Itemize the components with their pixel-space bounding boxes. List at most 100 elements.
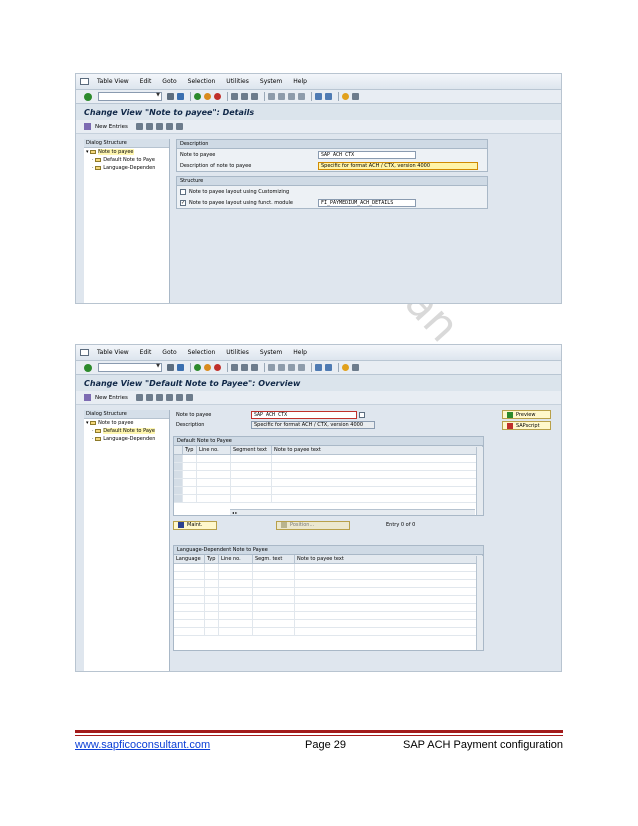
menu-goto[interactable]: Goto xyxy=(162,349,176,356)
function-module-checkbox[interactable]: ✓ xyxy=(180,199,186,206)
delete-icon[interactable] xyxy=(145,394,153,401)
prev-entry-icon[interactable] xyxy=(165,123,173,130)
help-icon[interactable] xyxy=(342,93,349,100)
f4-help-icon[interactable] xyxy=(359,412,365,418)
new-session-icon[interactable] xyxy=(315,93,322,100)
find-icon[interactable] xyxy=(241,364,248,371)
col-typ[interactable]: Typ xyxy=(205,554,219,564)
delete-icon[interactable] xyxy=(145,123,153,130)
col-segment-text[interactable]: Segment text xyxy=(231,445,272,455)
copy-as-icon[interactable] xyxy=(135,394,143,401)
menu-table-view[interactable]: Table View xyxy=(97,78,129,85)
tree-node-default-note[interactable]: · Default Note to Paye xyxy=(84,156,169,164)
menu-help[interactable]: Help xyxy=(293,349,307,356)
next-entry-icon[interactable] xyxy=(175,123,183,130)
cancel-icon[interactable] xyxy=(214,93,221,100)
last-page-icon[interactable] xyxy=(298,364,305,371)
table-row[interactable] xyxy=(174,628,483,636)
undo-icon[interactable] xyxy=(155,394,163,401)
back-nav-icon[interactable] xyxy=(167,93,174,100)
tree-node-language-dependent[interactable]: · Language-Dependen xyxy=(84,435,169,443)
exit-icon[interactable] xyxy=(204,93,211,100)
note-to-payee-field[interactable]: SAP ACH CTX xyxy=(251,411,357,419)
table-row[interactable] xyxy=(174,620,483,628)
shortcut-icon[interactable] xyxy=(325,364,332,371)
deselect-all-icon[interactable] xyxy=(185,394,193,401)
menu-utilities[interactable]: Utilities xyxy=(226,78,249,85)
col-note-to-payee-text[interactable]: Note to payee text xyxy=(295,554,483,564)
enter-icon[interactable] xyxy=(84,92,92,101)
function-module-field[interactable]: FI_PAYMEDIUM_ACH_DETAILS xyxy=(318,198,416,207)
table-row[interactable] xyxy=(174,612,483,620)
vertical-scrollbar[interactable] xyxy=(476,556,483,650)
table-row[interactable] xyxy=(174,455,483,463)
table-row[interactable] xyxy=(174,580,483,588)
save-icon[interactable] xyxy=(177,93,184,100)
layout-icon[interactable] xyxy=(352,93,359,100)
preview-button[interactable]: Preview xyxy=(502,410,551,419)
menu-exit-icon[interactable] xyxy=(80,78,89,85)
last-page-icon[interactable] xyxy=(298,93,305,100)
col-line-no[interactable]: Line no. xyxy=(197,445,231,455)
table-row[interactable] xyxy=(174,588,483,596)
prev-page-icon[interactable] xyxy=(278,364,285,371)
next-page-icon[interactable] xyxy=(288,93,295,100)
position-button[interactable]: Position... xyxy=(276,520,350,530)
customizing-checkbox[interactable] xyxy=(180,188,186,195)
maint-button[interactable]: Maint. xyxy=(173,520,217,530)
help-icon[interactable] xyxy=(342,364,349,371)
menu-goto[interactable]: Goto xyxy=(162,78,176,85)
next-page-icon[interactable] xyxy=(288,364,295,371)
col-line-no[interactable]: Line no. xyxy=(219,554,253,564)
back-icon[interactable] xyxy=(194,93,201,100)
new-entries-button[interactable]: New Entries xyxy=(95,124,128,130)
tree-node-note-to-payee[interactable]: ▾ Note to payee xyxy=(84,148,169,156)
menu-help[interactable]: Help xyxy=(293,78,307,85)
table-row[interactable] xyxy=(174,463,483,471)
shortcut-icon[interactable] xyxy=(325,93,332,100)
sapscript-button[interactable]: SAPscript xyxy=(502,421,551,430)
menu-system[interactable]: System xyxy=(260,78,282,85)
table-row[interactable] xyxy=(174,564,483,572)
tree-node-default-note[interactable]: · Default Note to Paye xyxy=(84,427,169,435)
save-icon[interactable] xyxy=(177,364,184,371)
menu-edit[interactable]: Edit xyxy=(140,78,152,85)
first-page-icon[interactable] xyxy=(268,93,275,100)
table-row[interactable] xyxy=(174,604,483,612)
table-row[interactable] xyxy=(174,596,483,604)
description-field[interactable]: Specific for format ACH / CTX, version 4… xyxy=(251,421,375,429)
find-next-icon[interactable] xyxy=(251,93,258,100)
back-icon[interactable] xyxy=(194,364,201,371)
col-note-to-payee-text[interactable]: Note to payee text xyxy=(272,445,483,455)
note-to-payee-field[interactable]: SAP ACH CTX xyxy=(318,150,416,159)
col-language[interactable]: Language xyxy=(174,554,205,564)
menu-system[interactable]: System xyxy=(260,349,282,356)
menu-selection[interactable]: Selection xyxy=(188,78,216,85)
command-field[interactable] xyxy=(98,92,162,101)
menu-utilities[interactable]: Utilities xyxy=(226,349,249,356)
menu-table-view[interactable]: Table View xyxy=(97,349,129,356)
find-icon[interactable] xyxy=(241,93,248,100)
menu-selection[interactable]: Selection xyxy=(188,349,216,356)
menu-exit-icon[interactable] xyxy=(80,349,89,356)
table-row[interactable] xyxy=(174,487,483,495)
cancel-icon[interactable] xyxy=(214,364,221,371)
command-field[interactable] xyxy=(98,363,162,372)
table-row[interactable] xyxy=(174,572,483,580)
layout-icon[interactable] xyxy=(352,364,359,371)
footer-link[interactable]: www.sapficoconsultant.com xyxy=(75,739,210,751)
select-all-column[interactable] xyxy=(174,445,183,455)
description-field[interactable]: Specific for format ACH / CTX, version 4… xyxy=(318,161,478,170)
tree-node-note-to-payee[interactable]: ▾ Note to payee xyxy=(84,419,169,427)
exit-icon[interactable] xyxy=(204,364,211,371)
first-page-icon[interactable] xyxy=(268,364,275,371)
copy-as-icon[interactable] xyxy=(135,123,143,130)
prev-page-icon[interactable] xyxy=(278,93,285,100)
undo-icon[interactable] xyxy=(155,123,163,130)
find-next-icon[interactable] xyxy=(251,364,258,371)
menu-edit[interactable]: Edit xyxy=(140,349,152,356)
enter-icon[interactable] xyxy=(84,363,92,372)
table-row[interactable] xyxy=(174,479,483,487)
col-typ[interactable]: Typ xyxy=(183,445,197,455)
table-row[interactable] xyxy=(174,471,483,479)
